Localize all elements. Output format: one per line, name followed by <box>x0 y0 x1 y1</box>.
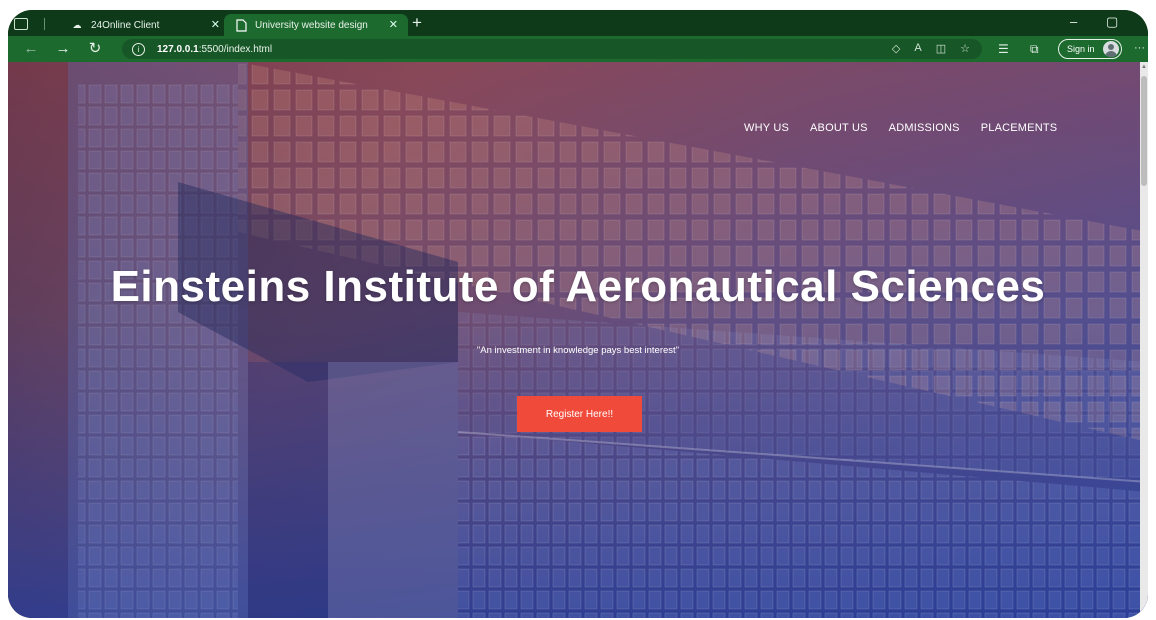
nav-why-us[interactable]: WHY US <box>744 122 789 134</box>
tag-icon[interactable]: ◇ <box>892 42 900 55</box>
avatar <box>1103 41 1119 57</box>
browser-window: ☁ 24Online Client ✕ University website d… <box>8 10 1148 618</box>
favorites-icon[interactable]: ☰ <box>998 42 1009 56</box>
more-icon[interactable]: ··· <box>1134 42 1145 54</box>
maximize-icon[interactable]: ▢ <box>1106 14 1118 30</box>
nav-admissions[interactable]: ADMISSIONS <box>889 122 960 134</box>
scrollbar[interactable]: ▲ <box>1140 62 1148 618</box>
page-title: Einsteins Institute of Aeronautical Scie… <box>110 262 1046 311</box>
tagline: "An investment in knowledge pays best in… <box>476 345 680 356</box>
scrollbar-thumb[interactable] <box>1141 76 1147 186</box>
tab-label: 24Online Client <box>91 19 160 31</box>
register-button[interactable]: Register Here!! <box>517 396 642 432</box>
building-photo <box>68 62 1148 618</box>
read-aloud-icon[interactable]: A <box>914 42 921 55</box>
browser-toolbar: ← → ↻ i 127.0.0.1:5500/index.html ◇ A ◫ … <box>8 36 1148 62</box>
scroll-up-icon[interactable]: ▲ <box>1141 64 1147 72</box>
page-icon <box>234 18 248 32</box>
address-bar[interactable]: i 127.0.0.1:5500/index.html ◇ A ◫ ☆ <box>122 39 982 59</box>
collections-icon[interactable]: ⧉ <box>1030 42 1039 57</box>
nav-placements[interactable]: PLACEMENTS <box>981 122 1058 134</box>
tab-label: University website design <box>255 19 368 31</box>
url-text[interactable]: 127.0.0.1:5500/index.html <box>157 44 272 55</box>
cloud-icon: ☁ <box>72 19 82 30</box>
close-icon[interactable]: ✕ <box>211 18 220 31</box>
sign-in-button[interactable]: Sign in <box>1058 39 1122 59</box>
tab-separator <box>44 18 45 30</box>
tab-24online-client[interactable]: ☁ 24Online Client ✕ <box>60 14 230 36</box>
close-icon[interactable]: ✕ <box>389 18 398 31</box>
forward-icon[interactable]: → <box>54 40 72 58</box>
minimize-icon[interactable]: – <box>1070 14 1077 29</box>
main-nav: WHY US ABOUT US ADMISSIONS PLACEMENTS <box>744 122 1057 134</box>
tab-university-website-design[interactable]: University website design ✕ <box>224 14 408 36</box>
info-icon[interactable]: i <box>132 42 145 56</box>
refresh-icon[interactable]: ↻ <box>86 40 104 58</box>
back-icon[interactable]: ← <box>22 40 40 58</box>
nav-about-us[interactable]: ABOUT US <box>810 122 868 134</box>
tab-actions-icon[interactable] <box>14 18 28 30</box>
favorite-add-icon[interactable]: ☆ <box>960 42 970 55</box>
hero-section: WHY US ABOUT US ADMISSIONS PLACEMENTS Ei… <box>8 62 1148 618</box>
tab-strip: ☁ 24Online Client ✕ University website d… <box>8 10 1148 36</box>
immersive-reader-icon[interactable]: ◫ <box>936 42 946 55</box>
new-tab-icon[interactable]: + <box>412 13 422 33</box>
